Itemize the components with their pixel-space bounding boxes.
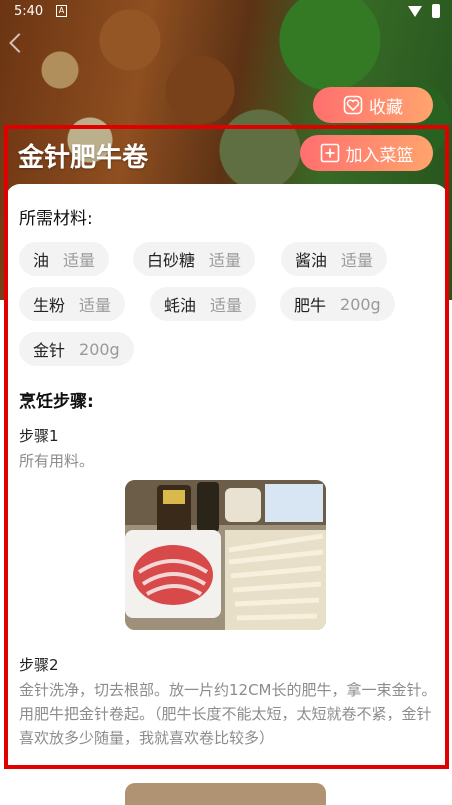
- recipe-title: 金针肥牛卷: [18, 143, 149, 173]
- favorite-button[interactable]: 收藏: [313, 87, 433, 123]
- ingredient-chip: 酱油 适量: [281, 242, 388, 276]
- status-time: 5:40: [14, 4, 44, 19]
- add-box-icon: [320, 143, 340, 163]
- step-2-photo: [125, 783, 326, 805]
- step-description: 所有用料。: [19, 452, 95, 470]
- ingredient-name: 油: [33, 251, 50, 270]
- ingredient-chip: 金针 200g: [19, 332, 134, 366]
- ingredient-amount: 适量: [209, 251, 242, 270]
- ingredient-amount: 适量: [341, 251, 374, 270]
- ingredient-name: 肥牛: [294, 296, 327, 315]
- ingredient-name: 白砂糖: [147, 251, 196, 270]
- steps-title: 烹饪步骤:: [19, 392, 94, 412]
- favorite-label: 收藏: [369, 97, 403, 118]
- add-basket-label: 加入菜篮: [345, 145, 414, 166]
- ingredient-chip: 肥牛 200g: [280, 287, 395, 321]
- ingredient-amount: 200g: [340, 294, 381, 314]
- ingredient-amount: 适量: [210, 296, 243, 315]
- ingredient-amount: 适量: [79, 296, 112, 315]
- step-description: 金针洗净，切去根部。放一片约12CM长的肥牛，拿一束金针。用肥牛把金针卷起。（肥…: [19, 681, 437, 747]
- heart-icon: [343, 95, 363, 115]
- ingredient-amount: 200g: [79, 339, 120, 359]
- ingredient-chip: 油 适量: [19, 242, 110, 276]
- step-1-photo: [125, 480, 326, 630]
- battery-icon: [432, 4, 440, 18]
- wifi-icon: [408, 6, 422, 17]
- step-label: 步骤2: [19, 656, 59, 674]
- ingredient-name: 生粉: [33, 296, 66, 315]
- ingredients-title: 所需材料:: [19, 209, 93, 229]
- notification-a-icon: A: [56, 5, 67, 17]
- step-label: 步骤1: [19, 427, 59, 445]
- add-to-basket-button[interactable]: 加入菜篮: [300, 135, 433, 171]
- ingredient-name: 酱油: [295, 251, 328, 270]
- ingredient-name: 金针: [33, 341, 66, 360]
- ingredient-chip: 白砂糖 适量: [133, 242, 256, 276]
- ingredient-chip: 蚝油 适量: [150, 287, 257, 321]
- ingredient-amount: 适量: [63, 251, 96, 270]
- ingredient-name: 蚝油: [164, 296, 197, 315]
- ingredient-chip: 生粉 适量: [19, 287, 126, 321]
- status-bar: 5:40 A: [0, 0, 452, 24]
